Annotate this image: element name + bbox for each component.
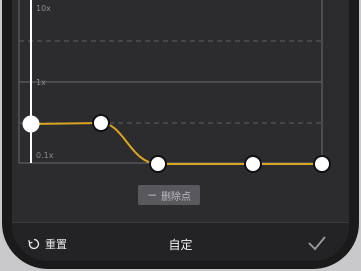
phone-frame: 10x 1x 0.1x − 删除点 重置 自定 [0,0,361,271]
delete-point-button[interactable]: − 删除点 [138,185,200,205]
panel-title: 自定 [168,238,193,252]
delete-point-label: 删除点 [161,191,192,203]
bottom-toolbar: 重置 自定 [12,222,349,261]
curve-point [313,155,331,173]
curve-point-selected [22,115,40,133]
minus-icon: − [146,188,158,202]
scale-label-10x: 10x [36,4,51,13]
scale-label-0_1x: 0.1x [36,151,54,160]
scale-label-1x: 1x [36,78,46,87]
curve-point [92,114,110,132]
curve-canvas[interactable] [12,0,349,188]
curve-point [244,155,262,173]
speed-curve [30,121,322,165]
curve-graph[interactable]: 10x 1x 0.1x [12,0,349,188]
curve-point [149,155,167,173]
checkmark-icon[interactable] [307,233,327,253]
speed-curve-editor: 10x 1x 0.1x − 删除点 重置 自定 [12,0,349,261]
